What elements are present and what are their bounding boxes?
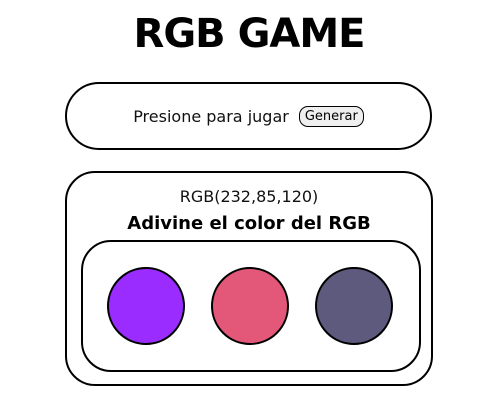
color-option-3[interactable] <box>315 267 393 345</box>
page-title: RGB GAME <box>133 11 366 57</box>
game-panel: RGB(232,85,120) Adivine el color del RGB <box>65 171 433 386</box>
color-option-2[interactable] <box>211 267 289 345</box>
generate-button[interactable]: Generar <box>298 105 364 127</box>
color-option-1[interactable] <box>107 267 185 345</box>
color-options-panel <box>81 240 421 372</box>
play-prompt: Presione para jugar <box>133 106 289 126</box>
play-panel: Presione para jugar Generar <box>65 82 432 150</box>
rgb-code: RGB(232,85,120) <box>179 187 319 206</box>
instruction: Adivine el color del RGB <box>127 213 371 234</box>
